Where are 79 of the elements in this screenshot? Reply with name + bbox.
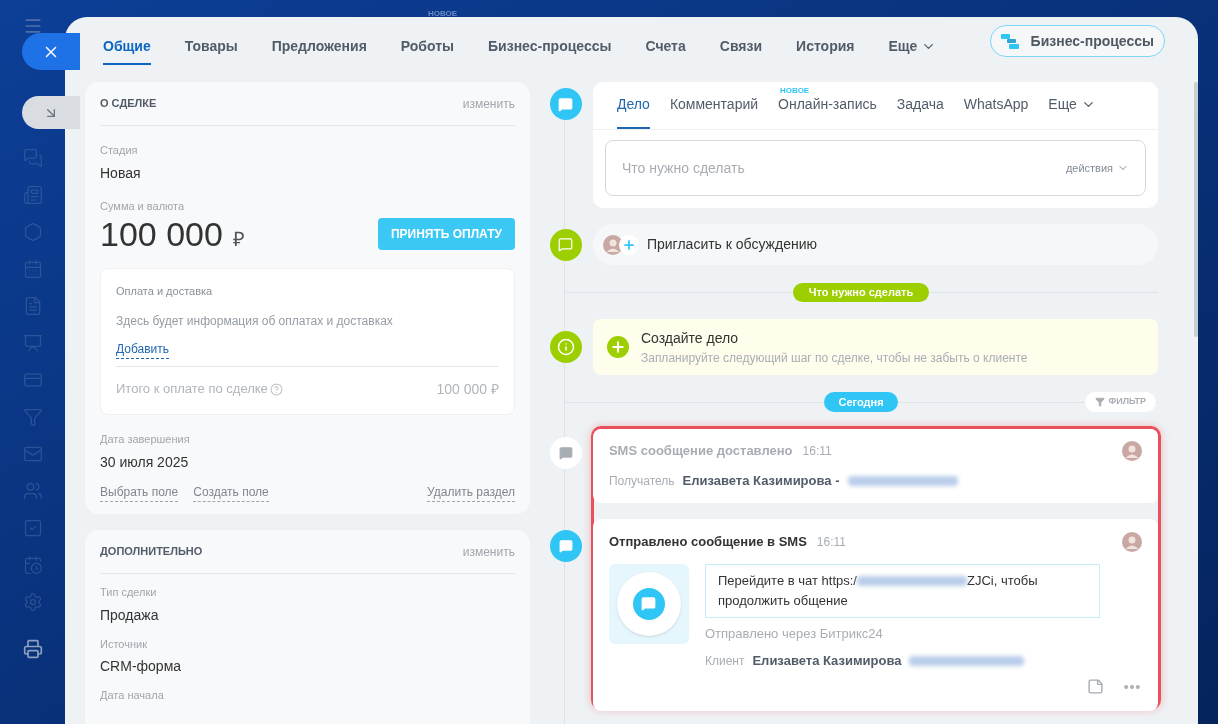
field-label: Клиент: [704, 652, 745, 670]
business-processes-button[interactable]: Бизнес-процессы: [989, 25, 1165, 57]
tab[interactable]: Комментарий: [669, 82, 759, 129]
field-label: Стадия: [100, 143, 139, 158]
field-value: CRM-форма: [100, 657, 183, 676]
task-input-text[interactable]: Что нужно сделать: [621, 157, 1066, 179]
field-label: Дата начала: [100, 688, 165, 703]
tab[interactable]: НОВОЕ Онлайн-запись: [778, 82, 877, 129]
event-title: Отправлено сообщение в SMS: [608, 532, 807, 551]
currency-sign: ₽: [232, 227, 245, 252]
task-input[interactable]: Что нужно сделать действия: [604, 140, 1147, 196]
field-label: Источник: [100, 636, 148, 652]
total-label: Итого к оплате по сделке: [116, 380, 268, 399]
add-icon[interactable]: [606, 336, 629, 358]
tab[interactable]: Предложения: [271, 29, 367, 65]
invite-button[interactable]: Пригласить к обсуждению: [592, 224, 1159, 265]
sent-via-text: Отправлено через Битрикс24: [704, 624, 884, 643]
tab[interactable]: Задача: [896, 82, 944, 129]
tab[interactable]: Общие: [103, 29, 151, 65]
tab[interactable]: Дело: [616, 82, 650, 129]
banner-title: Создайте дело: [640, 328, 740, 348]
section-title: Оплата и доставка: [116, 284, 214, 299]
help-icon[interactable]: [269, 382, 283, 396]
field-value: 30 июля 2025: [100, 453, 190, 472]
add-link[interactable]: Добавить: [116, 339, 170, 359]
collapse-button[interactable]: [22, 96, 80, 129]
tab[interactable]: Роботы: [400, 29, 455, 65]
section-divider-label: Сегодня: [824, 392, 898, 412]
scrollbar[interactable]: [1194, 82, 1198, 337]
new-label: НОВОЕ: [428, 8, 458, 20]
event-time: 16:11: [802, 443, 832, 460]
message-text: ZJCi, чтобы: [966, 571, 1038, 590]
close-button[interactable]: [22, 33, 80, 70]
field-value: Продажа: [100, 605, 160, 625]
banner-subtitle: Запланируйте следующий шаг по сделке, чтобы не забыть о клиенте: [640, 349, 1028, 367]
message-icon: [641, 596, 657, 611]
tab[interactable]: Счета: [645, 29, 686, 65]
chat-icon: [558, 237, 574, 252]
field-value: Новая: [100, 163, 142, 183]
filter-icon: [1094, 397, 1105, 407]
delete-section-link[interactable]: Удалить раздел: [427, 483, 515, 502]
more-menu[interactable]: Еще: [1048, 82, 1096, 129]
plus-icon: [618, 234, 639, 255]
tab[interactable]: Товары: [184, 29, 238, 65]
client-name: Елизавета Казимирова: [752, 652, 902, 670]
more-menu[interactable]: Еще: [888, 29, 937, 65]
field-label: Тип сделки: [100, 585, 158, 600]
actions-dropdown[interactable]: действия: [1065, 159, 1130, 177]
field-label: Сумма и валюта: [100, 198, 186, 214]
event-time: 16:11: [816, 533, 846, 551]
tab[interactable]: WhatsApp: [963, 82, 1029, 129]
avatar-icon: [1122, 531, 1143, 552]
note-icon[interactable]: [1087, 678, 1105, 695]
event-title: SMS сообщение доставлено: [608, 442, 793, 461]
total-value: 100 000 ₽: [436, 379, 499, 399]
field-link[interactable]: Создать поле: [193, 483, 269, 502]
message-icon: [558, 446, 573, 460]
flow-icon: [1000, 33, 1019, 49]
card-title: ДОПОЛНИТЕЛЬНО: [100, 544, 203, 560]
tab[interactable]: Бизнес-процессы: [488, 29, 612, 65]
avatar-icon: [602, 234, 623, 255]
amount-value: 100 000: [100, 214, 223, 254]
info-icon: [556, 338, 575, 356]
client-name: Елизавета Казимирова -: [682, 472, 840, 490]
message-text: Перейдите в чат https:/: [717, 571, 857, 590]
avatar-icon: [1122, 441, 1143, 461]
printer-icon[interactable]: [22, 639, 43, 659]
card-title: О СДЕЛКЕ: [100, 96, 157, 112]
tab[interactable]: Связи: [719, 29, 763, 65]
tab[interactable]: История: [796, 29, 855, 65]
new-label: НОВОЕ: [780, 85, 810, 97]
field-link[interactable]: Выбрать поле: [100, 483, 179, 502]
field-label: Получатель: [608, 472, 675, 490]
message-text: продолжить общение: [717, 591, 849, 610]
section-divider-label: Что нужно сделать: [792, 283, 930, 302]
field-label: Дата завершения: [100, 431, 191, 447]
chat-icon: [558, 96, 574, 112]
message-icon: [558, 538, 573, 553]
hint-text: Здесь будет информация об оплатах и доставках: [116, 312, 394, 330]
